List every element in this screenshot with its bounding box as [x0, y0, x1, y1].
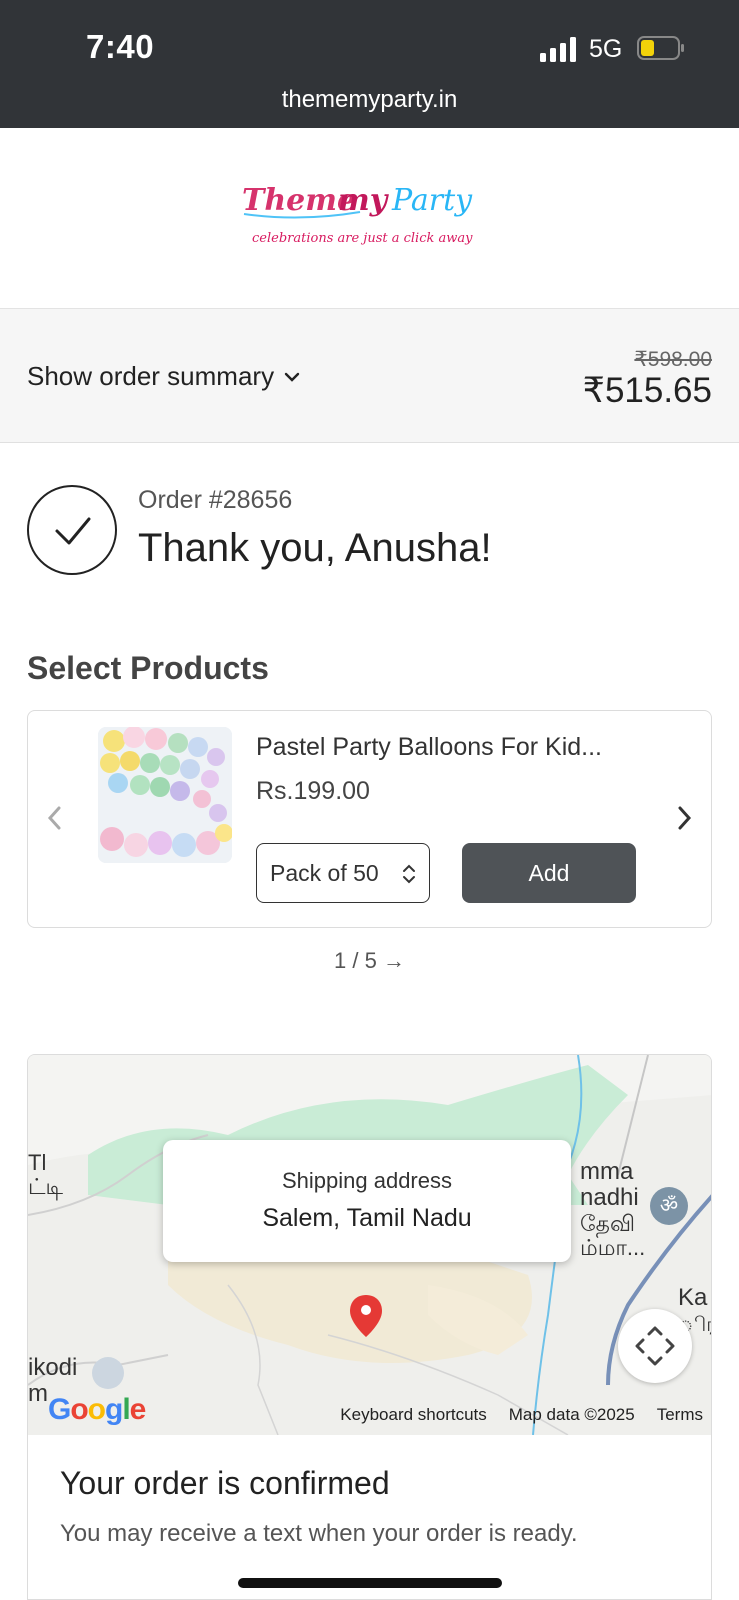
order-summary-label: Show order summary: [27, 361, 275, 391]
status-bar: 7:40 5G thememyparty.in: [0, 0, 739, 128]
order-number: Order #28656: [138, 486, 293, 514]
add-button[interactable]: Add: [462, 843, 636, 903]
variant-select[interactable]: Pack of 50: [256, 843, 430, 903]
map-data-link[interactable]: Map data ©2025: [509, 1405, 635, 1425]
order-confirmed-heading: Your order is confirmed: [60, 1465, 390, 1501]
order-confirmed-text: You may receive a text when your order i…: [60, 1520, 578, 1547]
show-order-summary-toggle[interactable]: Show order summary: [27, 361, 302, 392]
google-logo: Google: [48, 1393, 146, 1426]
svg-text:Party: Party: [391, 183, 473, 218]
home-indicator[interactable]: [238, 1578, 502, 1588]
checkmark-icon: [27, 485, 117, 575]
header: Theme my Party celebrations are just a c…: [0, 128, 739, 309]
carousel-next-icon[interactable]: [675, 803, 695, 833]
address-bar-url[interactable]: thememyparty.in: [0, 86, 739, 114]
total-price: ₹515.65: [582, 371, 712, 410]
svg-text:my: my: [338, 183, 390, 218]
temple-icon[interactable]: ॐ: [650, 1187, 688, 1225]
keyboard-shortcuts-link[interactable]: Keyboard shortcuts: [340, 1405, 486, 1425]
shipping-card: Tlட்டி mmanadhiதேவிம்மா... Kaிரச ikodim …: [27, 1054, 712, 1600]
network-type: 5G: [589, 35, 623, 63]
map-footer: Keyboard shortcuts Map data ©2025 Terms: [340, 1405, 703, 1425]
shipping-address-label: Shipping address: [281, 1168, 452, 1193]
terms-link[interactable]: Terms: [657, 1405, 703, 1425]
brand-logo[interactable]: Theme my Party celebrations are just a c…: [240, 168, 500, 258]
select-products-heading: Select Products: [27, 650, 269, 686]
product-price: Rs.199.00: [256, 777, 370, 805]
svg-text:celebrations are just a click: celebrations are just a click away: [252, 231, 473, 246]
variant-value: Pack of 50: [270, 859, 379, 886]
map-label-west: Tl ட்டி: [28, 1150, 64, 1200]
location-pin-icon[interactable]: [348, 1293, 384, 1339]
product-name[interactable]: Pastel Party Balloons For Kid...: [256, 733, 602, 762]
original-price: ₹598.00: [634, 348, 712, 371]
battery-icon: [637, 36, 684, 60]
product-image[interactable]: [98, 727, 232, 863]
order-summary-bar: Show order summary ₹598.00 ₹515.65: [0, 309, 739, 443]
carousel-pager[interactable]: 1 / 5 →: [0, 948, 739, 974]
select-chevrons-icon: [403, 864, 415, 884]
carousel-prev-icon[interactable]: [44, 803, 64, 833]
shipping-address-popup: Shipping address Salem, Tamil Nadu: [163, 1140, 571, 1262]
signal-icon: [540, 37, 576, 62]
product-carousel: Pastel Party Balloons For Kid... Rs.199.…: [27, 710, 712, 928]
status-time: 7:40: [86, 28, 155, 65]
thank-you-heading: Thank you, Anusha!: [138, 526, 492, 570]
shipping-address-value: Salem, Tamil Nadu: [262, 1204, 472, 1232]
map-recenter-button[interactable]: [618, 1309, 692, 1383]
chevron-down-icon: [284, 372, 300, 382]
shipping-map[interactable]: Tlட்டி mmanadhiதேவிம்மா... Kaிரச ikodim …: [28, 1055, 711, 1435]
map-label-east: mma nadhi தேவி ம்மா...: [580, 1158, 646, 1260]
move-arrows-icon: [635, 1326, 675, 1366]
